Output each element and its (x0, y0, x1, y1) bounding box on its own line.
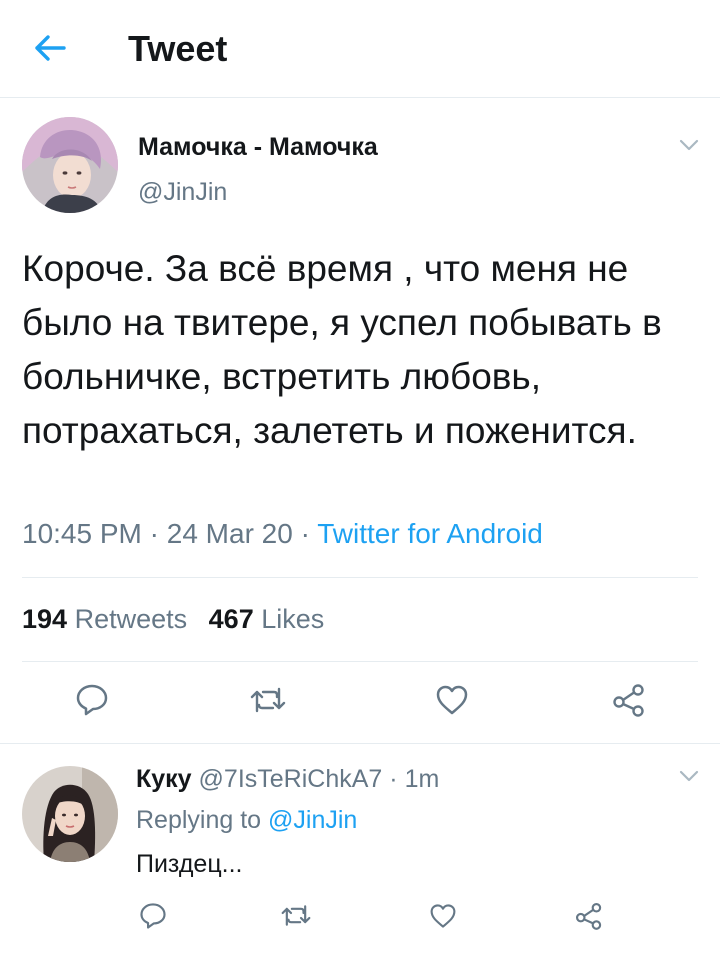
chevron-down-icon (679, 138, 699, 156)
likes-count: 467 (208, 604, 254, 634)
tweet-source-link[interactable]: Twitter for Android (317, 518, 543, 549)
divider (22, 661, 698, 662)
like-button[interactable] (430, 682, 474, 722)
author-handle[interactable]: @JinJin (138, 178, 227, 207)
retweet-icon (250, 685, 286, 720)
tweet-date: 24 Mar 20 (166, 518, 293, 549)
tweet-menu-button[interactable] (677, 135, 701, 159)
reply-icon (139, 902, 167, 935)
divider (0, 743, 720, 744)
divider (22, 577, 698, 578)
meta-separator: · (149, 518, 159, 549)
reply-time: 1m (404, 765, 440, 793)
back-button[interactable] (30, 30, 70, 70)
reply-header: Куку @7IsTeRiChkA7 · 1m (136, 765, 439, 794)
top-bar: Tweet (0, 0, 720, 98)
reply-reply-button[interactable] (133, 900, 173, 936)
tweet-stats: 194 Retweets 467 Likes (22, 604, 338, 635)
reply-text: Пиздец... (136, 850, 243, 878)
retweet-icon (281, 903, 311, 933)
likes-label: Likes (261, 604, 325, 634)
heart-icon (429, 903, 457, 934)
replying-to: Replying to @JinJin (136, 806, 357, 835)
reply-icon (75, 683, 109, 722)
reply-menu-button[interactable] (677, 766, 701, 790)
share-button[interactable] (607, 682, 651, 722)
reply-author-name[interactable]: Куку (136, 765, 192, 793)
reply-avatar[interactable] (22, 766, 118, 862)
retweet-button[interactable] (246, 682, 290, 722)
arrow-left-icon (34, 34, 66, 67)
retweets-count: 194 (22, 604, 68, 634)
reply-author-handle[interactable]: @7IsTeRiChkA7 (199, 765, 383, 793)
retweets-stat[interactable]: 194 Retweets (22, 604, 187, 635)
replying-mention-link[interactable]: @JinJin (268, 806, 357, 834)
tweet-meta: 10:45 PM · 24 Mar 20 · Twitter for Andro… (22, 518, 543, 550)
meta-separator: · (300, 518, 310, 549)
replying-prefix: Replying to (136, 806, 262, 834)
author-avatar[interactable] (22, 117, 118, 213)
chevron-down-icon (679, 769, 699, 787)
likes-stat[interactable]: 467 Likes (209, 604, 325, 635)
reply-button[interactable] (70, 682, 114, 722)
reply-retweet-button[interactable] (276, 900, 316, 936)
share-icon (574, 902, 604, 935)
tweet-text: Короче. За всё время , что меня не было … (22, 248, 662, 451)
reply-share-button[interactable] (569, 900, 609, 936)
author-name[interactable]: Мамочка - Мамочка (138, 133, 378, 162)
reply-like-button[interactable] (423, 900, 463, 936)
share-icon (611, 683, 647, 722)
heart-icon (435, 684, 469, 721)
page-title: Tweet (128, 28, 228, 69)
retweets-label: Retweets (74, 604, 188, 634)
tweet-time: 10:45 PM (22, 518, 142, 549)
reply-separator: · (389, 765, 398, 793)
